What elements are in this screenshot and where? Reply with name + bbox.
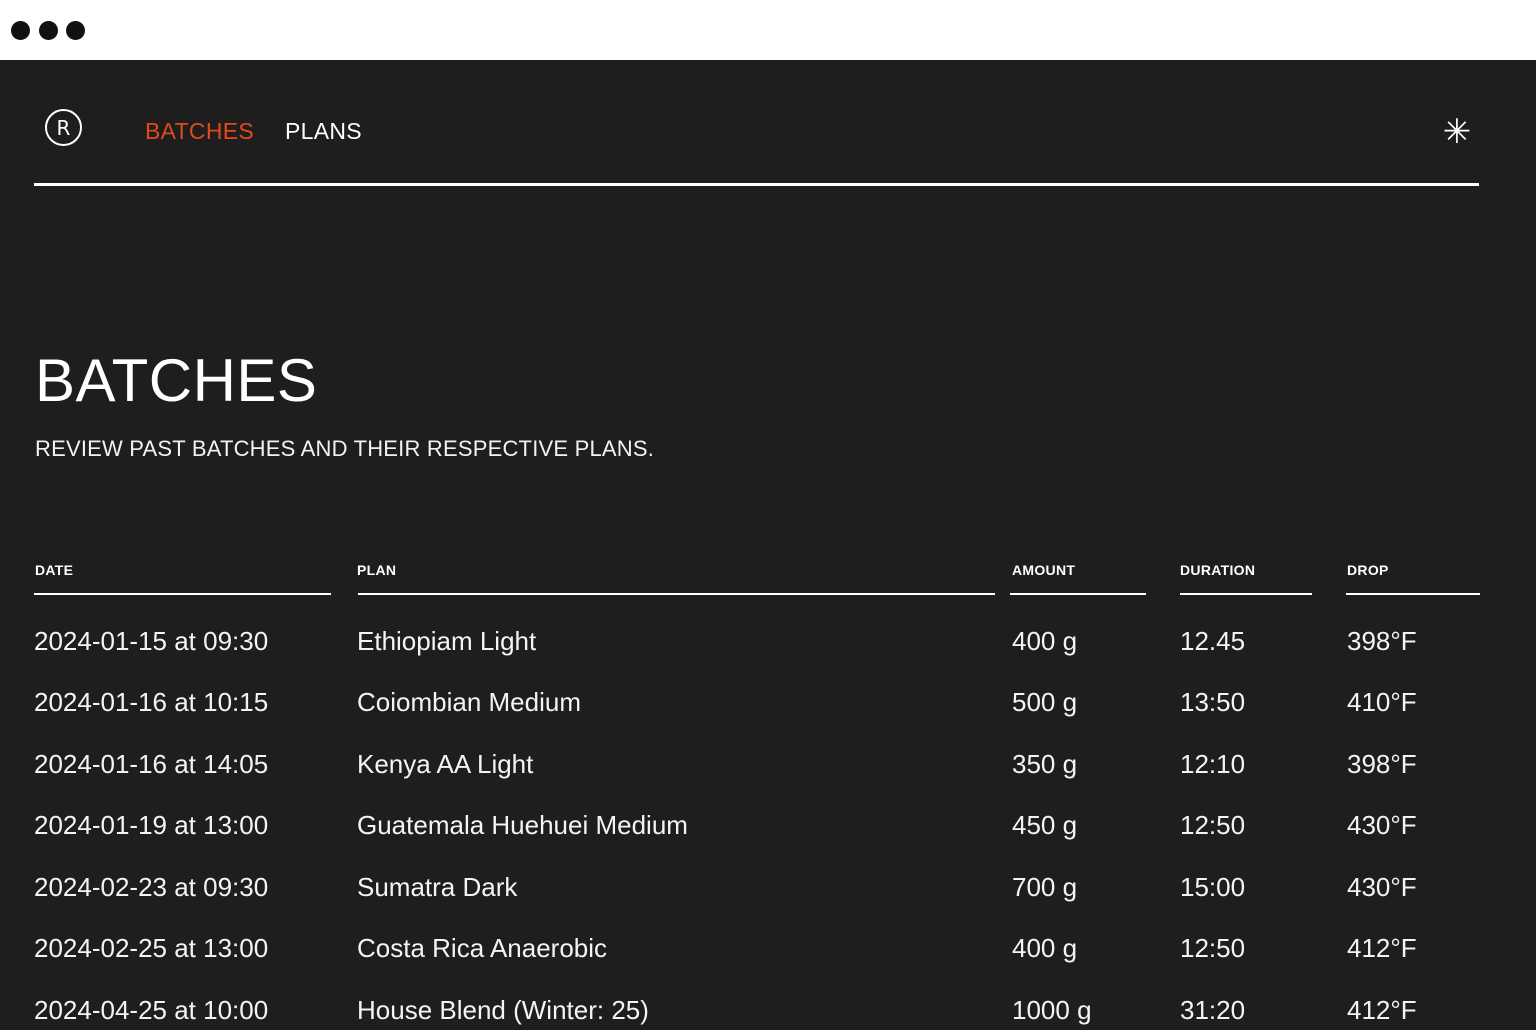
window-maximize-dot[interactable]: [66, 21, 85, 40]
column-underline-duration: [1180, 593, 1312, 595]
cell-drop: 430°F: [1347, 810, 1417, 840]
cell-plan[interactable]: Coiombian Medium: [357, 682, 581, 722]
nav-divider: [34, 183, 1479, 186]
column-underline-drop: [1346, 593, 1480, 595]
cell-drop: 412°F: [1347, 933, 1417, 963]
cell-amount: 350 g: [1012, 749, 1078, 779]
table-row[interactable]: 2024-01-16 at 10:15 Coiombian Medium 500…: [0, 682, 1536, 722]
cell-duration: 12:10: [1180, 749, 1246, 779]
cell-duration: 13:50: [1180, 687, 1246, 717]
cell-duration: 31:20: [1180, 995, 1246, 1025]
cell-amount: 1000 g: [1012, 995, 1092, 1025]
cell-plan[interactable]: Kenya AA Light: [357, 744, 533, 784]
cell-date: 2024-01-19 at 13:00: [34, 810, 269, 840]
cell-plan[interactable]: Guatemala Huehuei Medium: [357, 805, 688, 845]
table-row[interactable]: 2024-04-25 at 10:00 House Blend (Winter:…: [0, 990, 1536, 1030]
window-close-dot[interactable]: [11, 21, 30, 40]
cell-drop: 410°F: [1347, 687, 1417, 717]
cell-drop: 412°F: [1347, 995, 1417, 1025]
column-header-plan[interactable]: PLAN: [357, 562, 396, 578]
cell-plan[interactable]: House Blend (Winter: 25): [357, 990, 649, 1030]
nav-batches-link[interactable]: BATCHES: [145, 118, 254, 145]
cell-date: 2024-01-15 at 09:30: [34, 626, 269, 656]
cell-drop: 398°F: [1347, 749, 1417, 779]
column-header-date[interactable]: DATE: [35, 562, 73, 578]
cell-amount: 700 g: [1012, 872, 1078, 902]
cell-date: 2024-02-23 at 09:30: [34, 872, 269, 902]
cell-date: 2024-01-16 at 10:15: [34, 687, 269, 717]
nav-plans-link[interactable]: PLANS: [285, 118, 362, 145]
column-header-amount[interactable]: AMOUNT: [1012, 562, 1075, 578]
column-underline-plan: [358, 593, 995, 595]
table-row[interactable]: 2024-02-25 at 13:00 Costa Rica Anaerobic…: [0, 928, 1536, 968]
cell-date: 2024-04-25 at 10:00: [34, 995, 269, 1025]
page-title: BATCHES: [35, 347, 318, 414]
window-title-bar: [0, 0, 1536, 60]
column-header-drop[interactable]: DROP: [1347, 562, 1389, 578]
cell-date: 2024-01-16 at 14:05: [34, 749, 269, 779]
column-underline-amount: [1010, 593, 1146, 595]
cell-duration: 12.45: [1180, 626, 1246, 656]
cell-amount: 400 g: [1012, 626, 1078, 656]
cell-plan[interactable]: Sumatra Dark: [357, 867, 517, 907]
cell-amount: 400 g: [1012, 933, 1078, 963]
asterisk-icon[interactable]: ✳: [1441, 114, 1473, 150]
column-underline-date: [34, 593, 331, 595]
cell-plan[interactable]: Costa Rica Anaerobic: [357, 928, 607, 968]
app-container: R BATCHES PLANS ✳ BATCHES REVIEW PAST BA…: [0, 60, 1536, 1025]
cell-drop: 398°F: [1347, 626, 1417, 656]
cell-plan[interactable]: Ethiopiam Light: [357, 621, 536, 661]
window-minimize-dot[interactable]: [39, 21, 58, 40]
cell-amount: 500 g: [1012, 687, 1078, 717]
cell-amount: 450 g: [1012, 810, 1078, 840]
table-row[interactable]: 2024-02-23 at 09:30 Sumatra Dark 700 g 1…: [0, 867, 1536, 907]
table-row[interactable]: 2024-01-15 at 09:30 Ethiopiam Light 400 …: [0, 621, 1536, 661]
page-subtitle: REVIEW PAST BATCHES AND THEIR RESPECTIVE…: [35, 436, 655, 461]
column-header-duration[interactable]: DURATION: [1180, 562, 1255, 578]
cell-duration: 12:50: [1180, 810, 1246, 840]
cell-duration: 15:00: [1180, 872, 1246, 902]
table-row[interactable]: 2024-01-19 at 13:00 Guatemala Huehuei Me…: [0, 805, 1536, 845]
cell-duration: 12:50: [1180, 933, 1246, 963]
logo-glyph: R: [56, 115, 71, 140]
logo-icon[interactable]: R: [45, 109, 82, 146]
table-row[interactable]: 2024-01-16 at 14:05 Kenya AA Light 350 g…: [0, 744, 1536, 784]
cell-date: 2024-02-25 at 13:00: [34, 933, 269, 963]
cell-drop: 430°F: [1347, 872, 1417, 902]
